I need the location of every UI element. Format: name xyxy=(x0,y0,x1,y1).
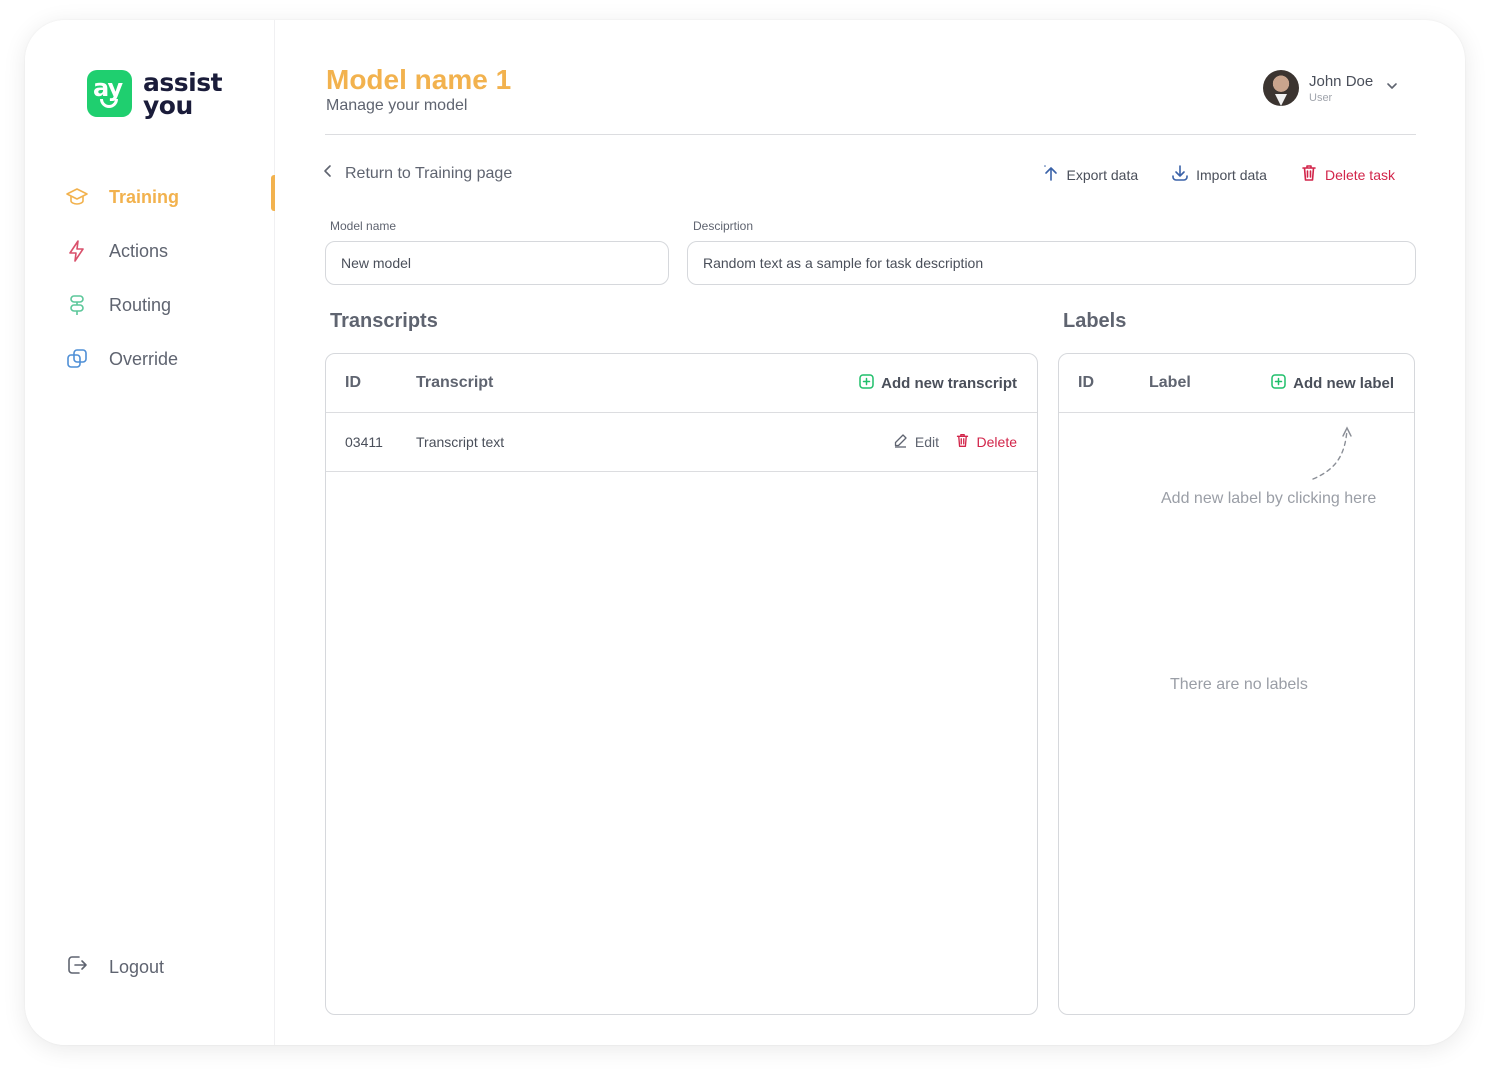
back-link-label: Return to Training page xyxy=(345,164,513,182)
edit-button[interactable]: Edit xyxy=(893,433,939,451)
empty-labels-message: There are no labels xyxy=(1170,676,1308,693)
add-label-button[interactable]: Add new label xyxy=(1271,374,1394,393)
column-id: ID xyxy=(345,374,361,391)
import-data-label: Import data xyxy=(1196,166,1267,183)
row-transcript: Transcript text xyxy=(416,434,505,450)
chevron-left-icon xyxy=(321,164,335,183)
sidebar-item-label: Override xyxy=(109,348,179,369)
sidebar-item-actions[interactable]: Actions xyxy=(25,224,275,278)
delete-task-button[interactable]: Delete task xyxy=(1300,164,1395,185)
user-info: John Doe User xyxy=(1309,73,1373,104)
sidebar: ay assist you Training Actions Routing O… xyxy=(25,20,275,1045)
page-title: Model name 1 xyxy=(326,64,512,95)
back-link[interactable]: Return to Training page xyxy=(321,164,512,183)
page-subtitle: Manage your model xyxy=(326,97,468,114)
layers-icon xyxy=(65,347,89,371)
import-data-button[interactable]: Import data xyxy=(1171,164,1267,185)
logout-label: Logout xyxy=(109,957,165,977)
transcripts-table: ID Transcript Add new transcript 03411 T… xyxy=(325,353,1038,1015)
logo-mark-text: ay xyxy=(93,74,123,102)
logo: ay assist you xyxy=(87,70,223,120)
app-window: ay assist you Training Actions Routing O… xyxy=(25,20,1465,1045)
delete-button[interactable]: Delete xyxy=(955,433,1017,451)
logo-text: assist you xyxy=(143,70,223,120)
trash-icon xyxy=(1300,164,1318,185)
labels-table: ID Label Add new label Add new label by … xyxy=(1058,353,1415,1015)
header-divider xyxy=(325,134,1416,135)
download-icon xyxy=(1171,164,1189,185)
graduation-cap-icon xyxy=(65,185,89,209)
column-label: Label xyxy=(1149,374,1191,391)
add-transcript-label: Add new transcript xyxy=(881,375,1017,392)
user-name: John Doe xyxy=(1309,72,1374,90)
signpost-icon xyxy=(65,293,89,317)
logo-mark: ay xyxy=(87,70,132,117)
logo-smile-icon xyxy=(100,99,118,108)
table-row: 03411 Transcript text Edit Delete xyxy=(326,413,1037,472)
sidebar-item-label: Routing xyxy=(109,294,172,315)
toolbar-actions: Export data Import data Delete task xyxy=(1009,164,1395,185)
user-menu[interactable]: John Doe User xyxy=(1263,70,1399,106)
model-name-field[interactable] xyxy=(325,241,669,285)
delete-label: Delete xyxy=(976,434,1017,450)
logo-line-2: you xyxy=(143,90,193,120)
plus-square-icon xyxy=(1271,374,1286,393)
sidebar-item-label: Training xyxy=(109,186,180,207)
description-field[interactable] xyxy=(687,241,1416,285)
pencil-icon xyxy=(893,433,908,451)
column-id: ID xyxy=(1078,374,1094,391)
plus-square-icon xyxy=(859,374,874,393)
avatar xyxy=(1263,70,1299,106)
user-role: User xyxy=(1309,91,1333,104)
transcripts-title: Transcripts xyxy=(330,310,438,332)
sidebar-item-override[interactable]: Override xyxy=(25,332,275,386)
column-transcript: Transcript xyxy=(416,374,494,391)
sidebar-item-routing[interactable]: Routing xyxy=(25,278,275,332)
add-transcript-button[interactable]: Add new transcript xyxy=(859,374,1017,393)
lightning-icon xyxy=(65,239,89,263)
add-label-label: Add new label xyxy=(1293,375,1394,392)
add-label-hint: Add new label by clicking here xyxy=(1161,490,1377,507)
edit-label: Edit xyxy=(914,434,939,450)
labels-title: Labels xyxy=(1063,310,1127,332)
export-data-button[interactable]: Export data xyxy=(1042,164,1139,185)
sidebar-item-training[interactable]: Training xyxy=(25,170,275,224)
table-header: ID Label Add new label xyxy=(1059,354,1414,413)
upload-icon xyxy=(1042,164,1060,185)
trash-icon xyxy=(955,433,970,451)
row-id: 03411 xyxy=(345,434,383,450)
sidebar-item-label: Actions xyxy=(109,240,169,261)
export-data-label: Export data xyxy=(1066,166,1139,183)
logout-button[interactable]: Logout xyxy=(65,953,164,982)
logout-icon xyxy=(65,953,89,982)
description-label: Desciprtion xyxy=(693,219,754,233)
model-name-label: Model name xyxy=(330,219,397,233)
main-content: Model name 1 Manage your model John Doe … xyxy=(324,20,1417,1045)
delete-task-label: Delete task xyxy=(1324,166,1395,183)
sidebar-nav: Training Actions Routing Override xyxy=(25,170,275,386)
chevron-down-icon xyxy=(1385,79,1399,98)
table-header: ID Transcript Add new transcript xyxy=(326,354,1037,413)
dashed-arrow-icon xyxy=(1309,424,1359,487)
